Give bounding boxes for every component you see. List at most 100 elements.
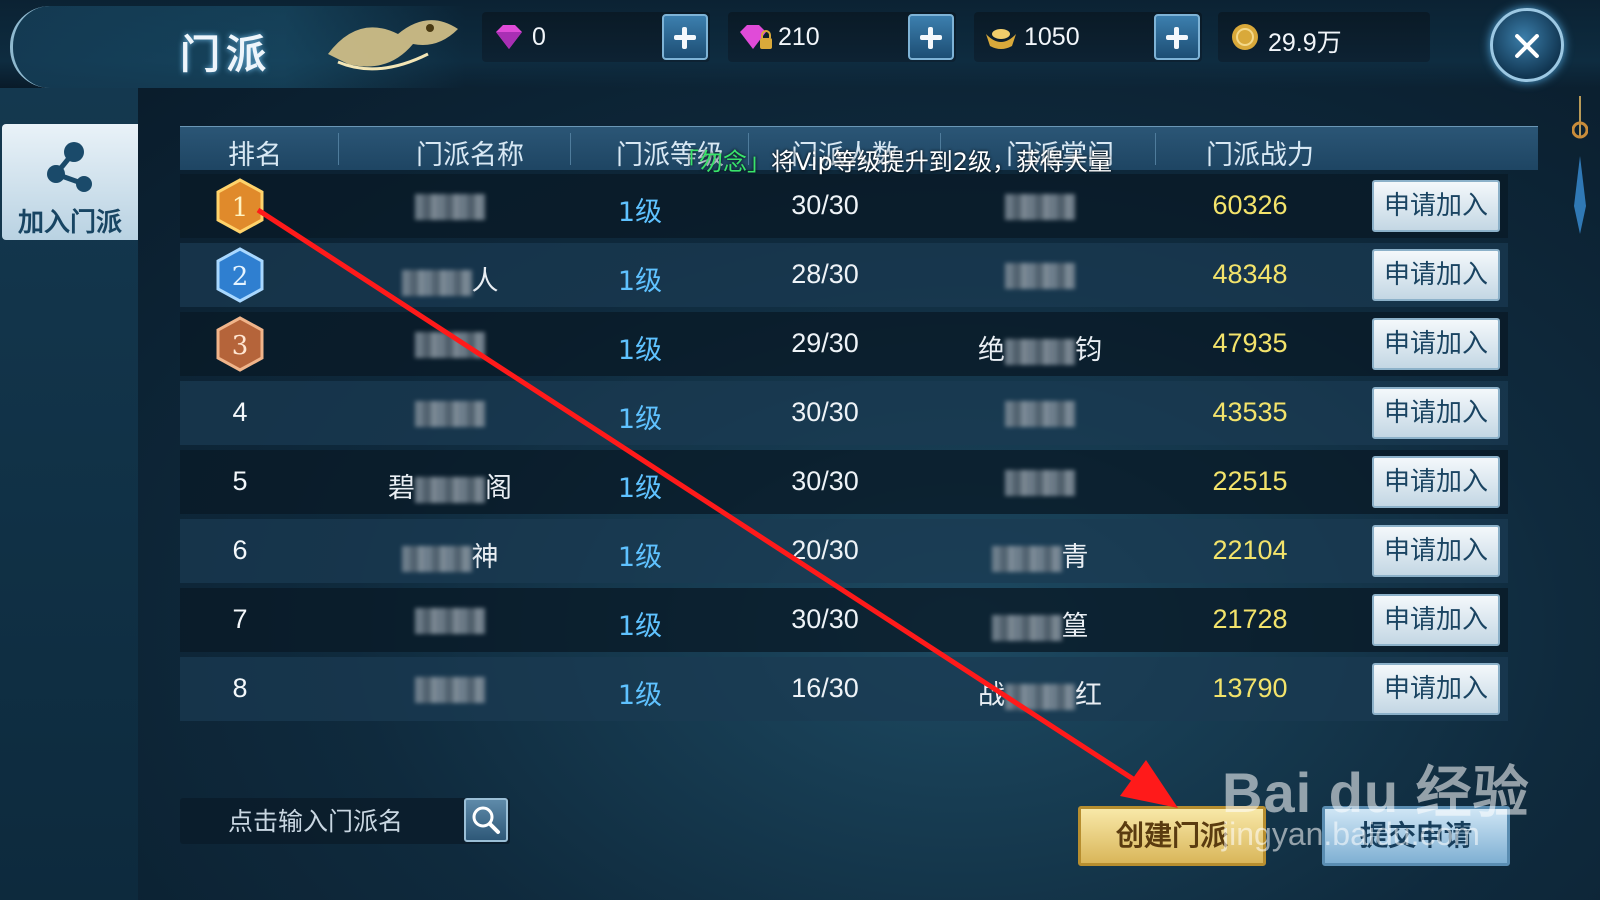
blurred-text bbox=[415, 676, 485, 703]
medal-number: 3 bbox=[232, 331, 249, 361]
sect-name bbox=[350, 604, 550, 635]
sect-level: 1级 bbox=[617, 542, 663, 573]
sect-name bbox=[350, 190, 550, 221]
apply-join-button[interactable]: 申请加入 bbox=[1372, 594, 1500, 646]
apply-join-button[interactable]: 申请加入 bbox=[1372, 456, 1500, 508]
add-gold-ingot-button[interactable] bbox=[1154, 14, 1200, 60]
gold-ingot-icon bbox=[986, 29, 1016, 49]
gold-rank-medal-icon: 1 bbox=[216, 178, 264, 234]
currency-locked-diamond: 210 bbox=[728, 12, 956, 62]
add-diamond-button[interactable] bbox=[662, 14, 708, 60]
sect-level: 1级 bbox=[617, 404, 663, 435]
sect-level: 1级 bbox=[617, 611, 663, 642]
baidu-jingyan-watermark: Bai du 经验 jingyan.baidu.com bbox=[1222, 748, 1542, 868]
sect-level: 1级 bbox=[617, 473, 663, 504]
table-row: 6 神 1级 20/30 青 22104 申请加入 bbox=[180, 519, 1508, 583]
blurred-text bbox=[1005, 400, 1075, 427]
blurred-text bbox=[401, 545, 472, 572]
apply-join-button[interactable]: 申请加入 bbox=[1372, 249, 1500, 301]
sect-members: 30/30 bbox=[791, 190, 859, 220]
top-bar: 门派 0 210 1050 29.9万 bbox=[0, 0, 1600, 88]
sect-leader bbox=[930, 190, 1150, 221]
table-row: 7 1级 30/30 篁 21728 申请加入 bbox=[180, 588, 1508, 652]
bronze-rank-medal-icon: 3 bbox=[216, 316, 264, 372]
apply-join-button[interactable]: 申请加入 bbox=[1372, 318, 1500, 370]
tab-join-sect[interactable]: 加入门派 bbox=[2, 124, 138, 240]
blurred-text bbox=[991, 614, 1062, 641]
watermark-site: jingyan.baidu.com bbox=[1222, 816, 1480, 852]
dragon-emblem-icon bbox=[328, 20, 458, 71]
sect-power: 48348 bbox=[1212, 259, 1288, 289]
apply-join-button[interactable]: 申请加入 bbox=[1372, 663, 1500, 715]
network-icon bbox=[47, 142, 92, 192]
table-row: 4 1级 30/30 43535 申请加入 bbox=[180, 381, 1508, 445]
sect-members: 16/30 bbox=[791, 673, 859, 703]
blurred-text bbox=[1005, 469, 1075, 496]
sect-power: 60326 bbox=[1212, 190, 1288, 220]
sect-members: 30/30 bbox=[791, 397, 859, 427]
table-row: 8 1级 16/30 战红 13790 申请加入 bbox=[180, 657, 1508, 721]
apply-join-button[interactable]: 申请加入 bbox=[1372, 387, 1500, 439]
sect-members: 30/30 bbox=[791, 604, 859, 634]
page-title: 门派 bbox=[180, 31, 272, 78]
apply-join-button[interactable]: 申请加入 bbox=[1372, 180, 1500, 232]
currency-coin: 29.9万 bbox=[1218, 12, 1430, 62]
column-header-power: 门派战力 bbox=[1206, 140, 1314, 171]
blurred-text bbox=[1005, 338, 1075, 365]
pendant-ornament-icon bbox=[1572, 96, 1588, 234]
currency-gold-ingot: 1050 bbox=[974, 12, 1202, 62]
sect-members: 29/30 bbox=[791, 328, 859, 358]
sect-leader: 战红 bbox=[978, 680, 1102, 711]
search-button[interactable] bbox=[464, 798, 508, 842]
announcement-text: 将Vip等级提升到2级，获得大量 bbox=[771, 148, 1113, 176]
announcement-tag: 「勿念」 bbox=[675, 148, 771, 176]
close-button[interactable] bbox=[1490, 8, 1564, 82]
diamond-amount: 0 bbox=[532, 23, 546, 51]
sect-power: 22104 bbox=[1212, 535, 1288, 565]
sect-power: 22515 bbox=[1212, 466, 1288, 496]
medal-number: 2 bbox=[232, 262, 249, 292]
sect-search-input[interactable] bbox=[180, 798, 450, 844]
sect-name: 碧阁 bbox=[388, 473, 512, 504]
blurred-text bbox=[401, 269, 472, 296]
sect-power: 47935 bbox=[1212, 328, 1288, 358]
search-icon bbox=[472, 806, 500, 834]
table-row: 3 1级 29/30 绝钧 47935 申请加入 bbox=[180, 312, 1508, 376]
rank-number: 6 bbox=[232, 535, 248, 565]
announcement-marquee: 「勿念」将Vip等级提升到2级，获得大量 bbox=[675, 142, 1112, 177]
sect-level: 1级 bbox=[617, 197, 663, 228]
sect-leader: 篁 bbox=[930, 604, 1150, 643]
blurred-text bbox=[415, 193, 485, 220]
medal-number: 1 bbox=[232, 193, 249, 223]
sect-members: 30/30 bbox=[791, 466, 859, 496]
locked-diamond-amount: 210 bbox=[778, 23, 820, 51]
sect-level: 1级 bbox=[617, 680, 663, 711]
sect-name: 人 bbox=[350, 259, 550, 298]
rank-number: 5 bbox=[232, 466, 248, 496]
add-locked-diamond-button[interactable] bbox=[908, 14, 954, 60]
sect-leader: 青 bbox=[930, 535, 1150, 574]
column-header-rank: 排名 bbox=[228, 140, 282, 171]
sect-name: 神 bbox=[350, 535, 550, 574]
sect-power: 43535 bbox=[1212, 397, 1288, 427]
sect-name bbox=[350, 397, 550, 428]
sect-members: 28/30 bbox=[791, 259, 859, 289]
blurred-text bbox=[1005, 193, 1075, 220]
blurred-text bbox=[415, 400, 485, 427]
coin-icon bbox=[1232, 24, 1258, 50]
sect-leader bbox=[930, 259, 1150, 290]
rank-number: 7 bbox=[232, 604, 248, 634]
table-row: 1 1级 30/30 60326 申请加入 bbox=[180, 174, 1508, 238]
column-divider bbox=[338, 133, 339, 165]
column-header-name: 门派名称 bbox=[416, 140, 524, 171]
column-divider bbox=[570, 133, 571, 165]
sect-leader bbox=[930, 397, 1150, 428]
sect-members: 20/30 bbox=[791, 535, 859, 565]
gold-ingot-amount: 1050 bbox=[1024, 23, 1080, 51]
table-row: 5 碧阁 1级 30/30 22515 申请加入 bbox=[180, 450, 1508, 514]
blurred-text bbox=[415, 476, 485, 503]
sect-name bbox=[350, 328, 550, 359]
diamond-icon bbox=[496, 25, 522, 49]
rank-number: 4 bbox=[232, 397, 248, 427]
apply-join-button[interactable]: 申请加入 bbox=[1372, 525, 1500, 577]
